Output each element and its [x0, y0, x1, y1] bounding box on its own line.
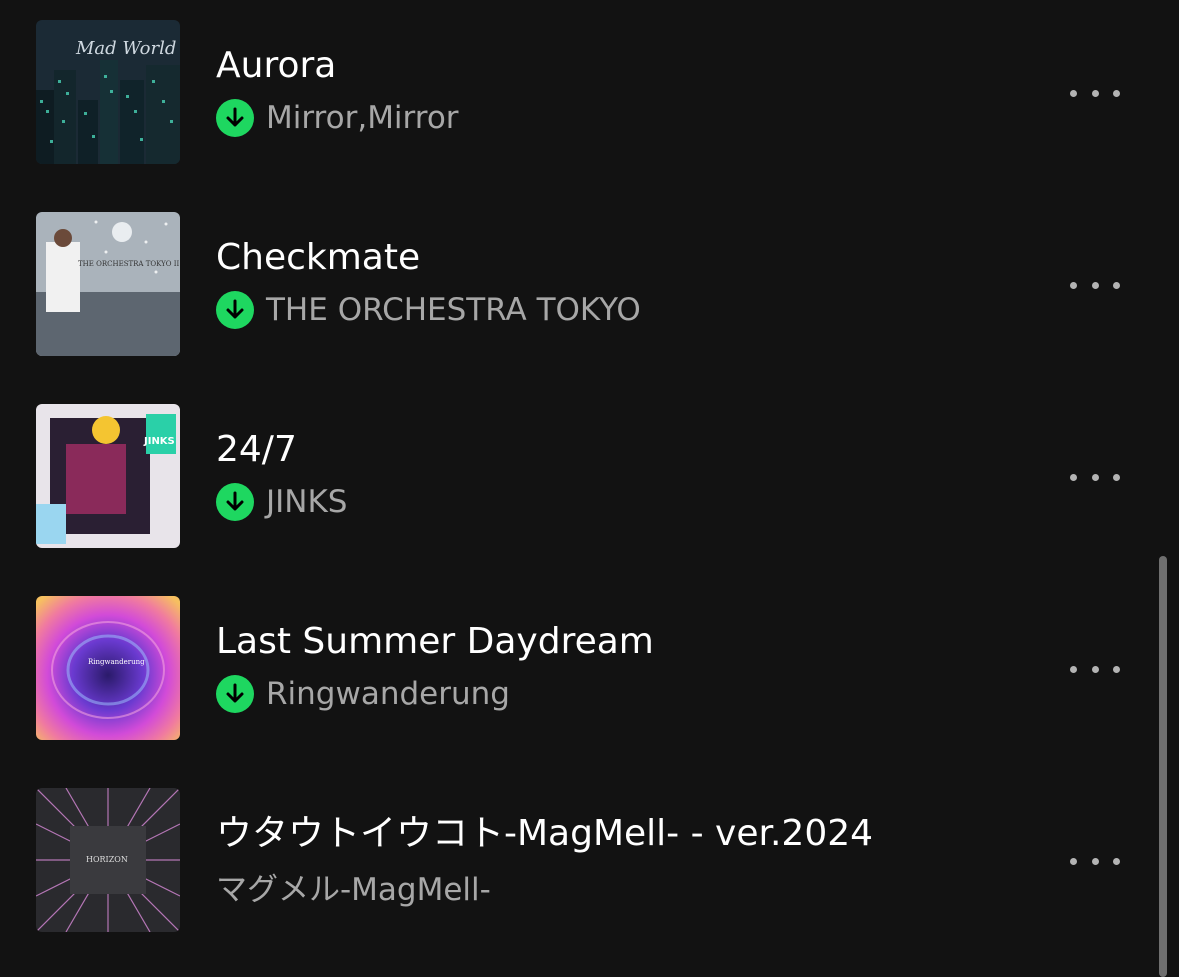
album-art-snow-moon-icon: THE ORCHESTRA TOKYO II — [36, 212, 180, 356]
more-options-icon[interactable] — [1070, 270, 1120, 300]
album-art-swirl-icon: Ringwanderung — [36, 596, 180, 740]
track-subtitle: THE ORCHESTRA TOKYO — [216, 290, 641, 330]
download-arrow-icon — [216, 483, 254, 521]
svg-text:Mad World: Mad World — [75, 38, 176, 59]
track-artist: THE ORCHESTRA TOKYO — [266, 292, 641, 328]
more-options-icon[interactable] — [1070, 78, 1120, 108]
svg-text:HORIZON: HORIZON — [86, 855, 128, 864]
album-art: THE ORCHESTRA TOKYO II — [36, 212, 180, 356]
track-title: Last Summer Daydream — [216, 621, 654, 662]
svg-text:THE ORCHESTRA TOKYO II: THE ORCHESTRA TOKYO II — [78, 260, 180, 268]
track-subtitle: JINKS — [216, 482, 347, 522]
track-subtitle: Ringwanderung — [216, 674, 510, 714]
svg-text:JINKS: JINKS — [143, 436, 175, 447]
track-row[interactable]: Mad World Aurora Mirror,Mirror — [0, 20, 1150, 166]
track-artist: Mirror,Mirror — [266, 100, 459, 136]
track-list: Mad World Aurora Mirror,Mirror THE ORCHE… — [0, 0, 1179, 977]
album-art: JINKS — [36, 404, 180, 548]
track-artist: Ringwanderung — [266, 676, 510, 712]
more-options-icon[interactable] — [1070, 462, 1120, 492]
track-row[interactable]: HORIZON ウタウトイウコト-MagMell- - ver.2024 マグメ… — [0, 788, 1150, 934]
track-subtitle: マグメル-MagMell- — [216, 866, 491, 908]
album-art-starburst-icon: HORIZON — [36, 788, 180, 932]
more-options-icon[interactable] — [1070, 846, 1120, 876]
track-artist: マグメル-MagMell- — [216, 871, 491, 908]
download-arrow-icon — [216, 291, 254, 329]
album-art: Mad World — [36, 20, 180, 164]
track-title: Aurora — [216, 45, 337, 86]
album-art: HORIZON — [36, 788, 180, 932]
track-title: Checkmate — [216, 237, 421, 278]
album-art-collage-icon: JINKS — [36, 404, 180, 548]
download-arrow-icon — [216, 99, 254, 137]
track-title: 24/7 — [216, 429, 297, 470]
track-subtitle: Mirror,Mirror — [216, 98, 459, 138]
album-art-night-city-icon: Mad World — [36, 20, 180, 164]
more-options-icon[interactable] — [1070, 654, 1120, 684]
svg-text:Ringwanderung: Ringwanderung — [88, 658, 145, 666]
track-row[interactable]: JINKS 24/7 JINKS — [0, 404, 1150, 550]
track-artist: JINKS — [266, 484, 348, 520]
download-arrow-icon — [216, 675, 254, 713]
track-row[interactable]: THE ORCHESTRA TOKYO II Checkmate THE ORC… — [0, 212, 1150, 358]
track-title: ウタウトイウコト-MagMell- - ver.2024 — [216, 813, 874, 854]
scrollbar[interactable] — [1159, 556, 1167, 977]
track-row[interactable]: Ringwanderung Last Summer Daydream Ringw… — [0, 596, 1150, 742]
album-art: Ringwanderung — [36, 596, 180, 740]
